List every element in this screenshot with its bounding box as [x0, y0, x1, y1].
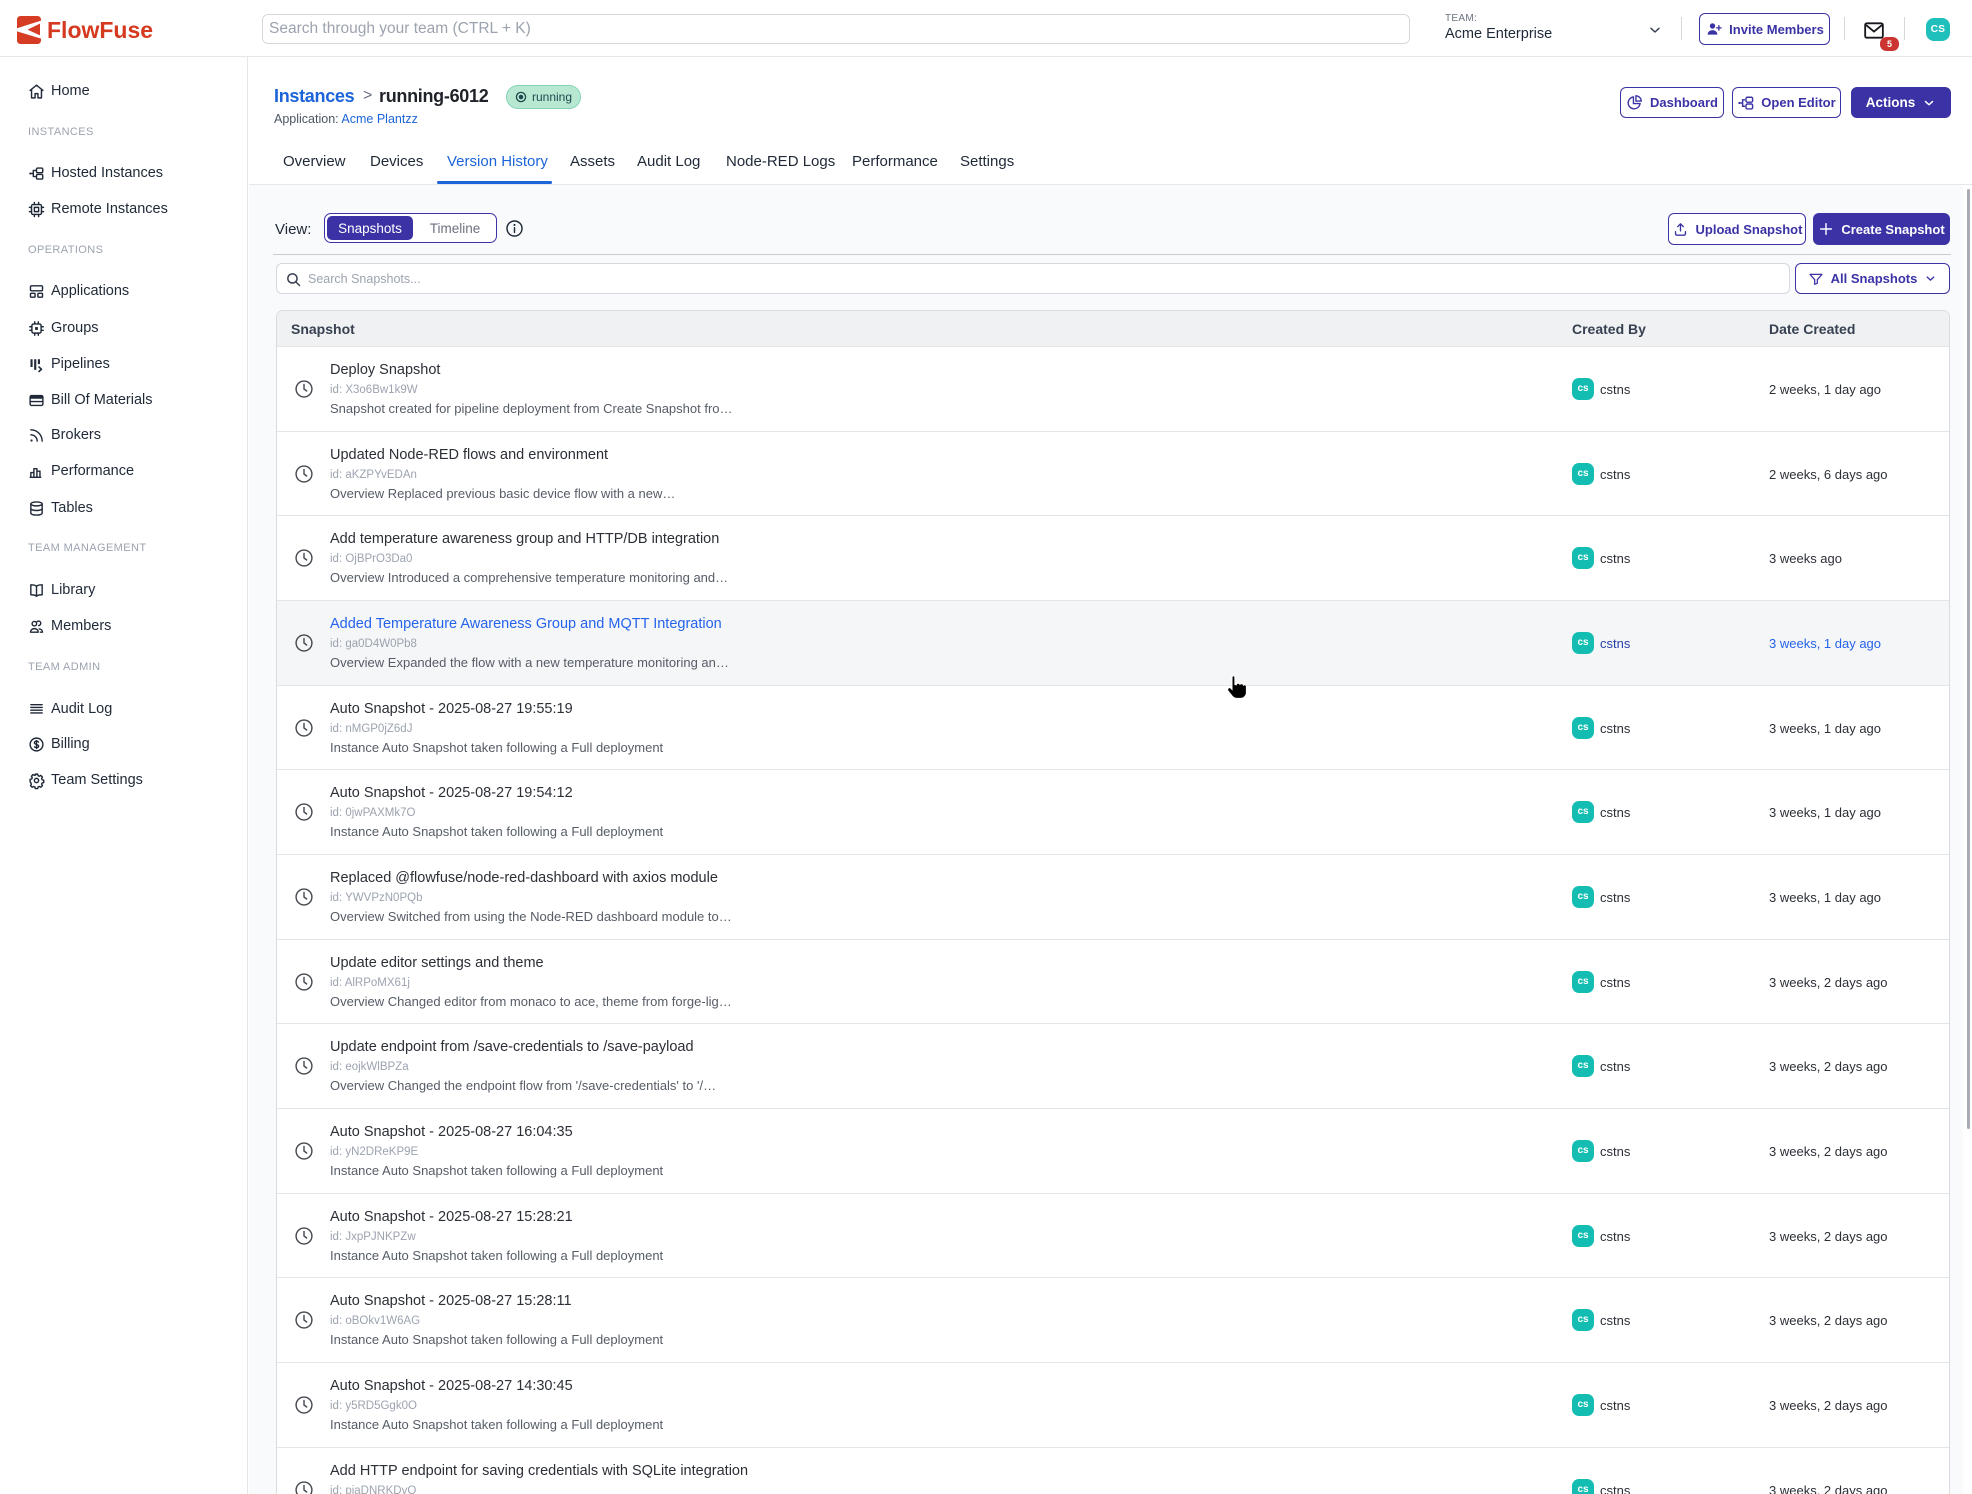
svg-text:FlowFuse: FlowFuse	[47, 17, 153, 43]
